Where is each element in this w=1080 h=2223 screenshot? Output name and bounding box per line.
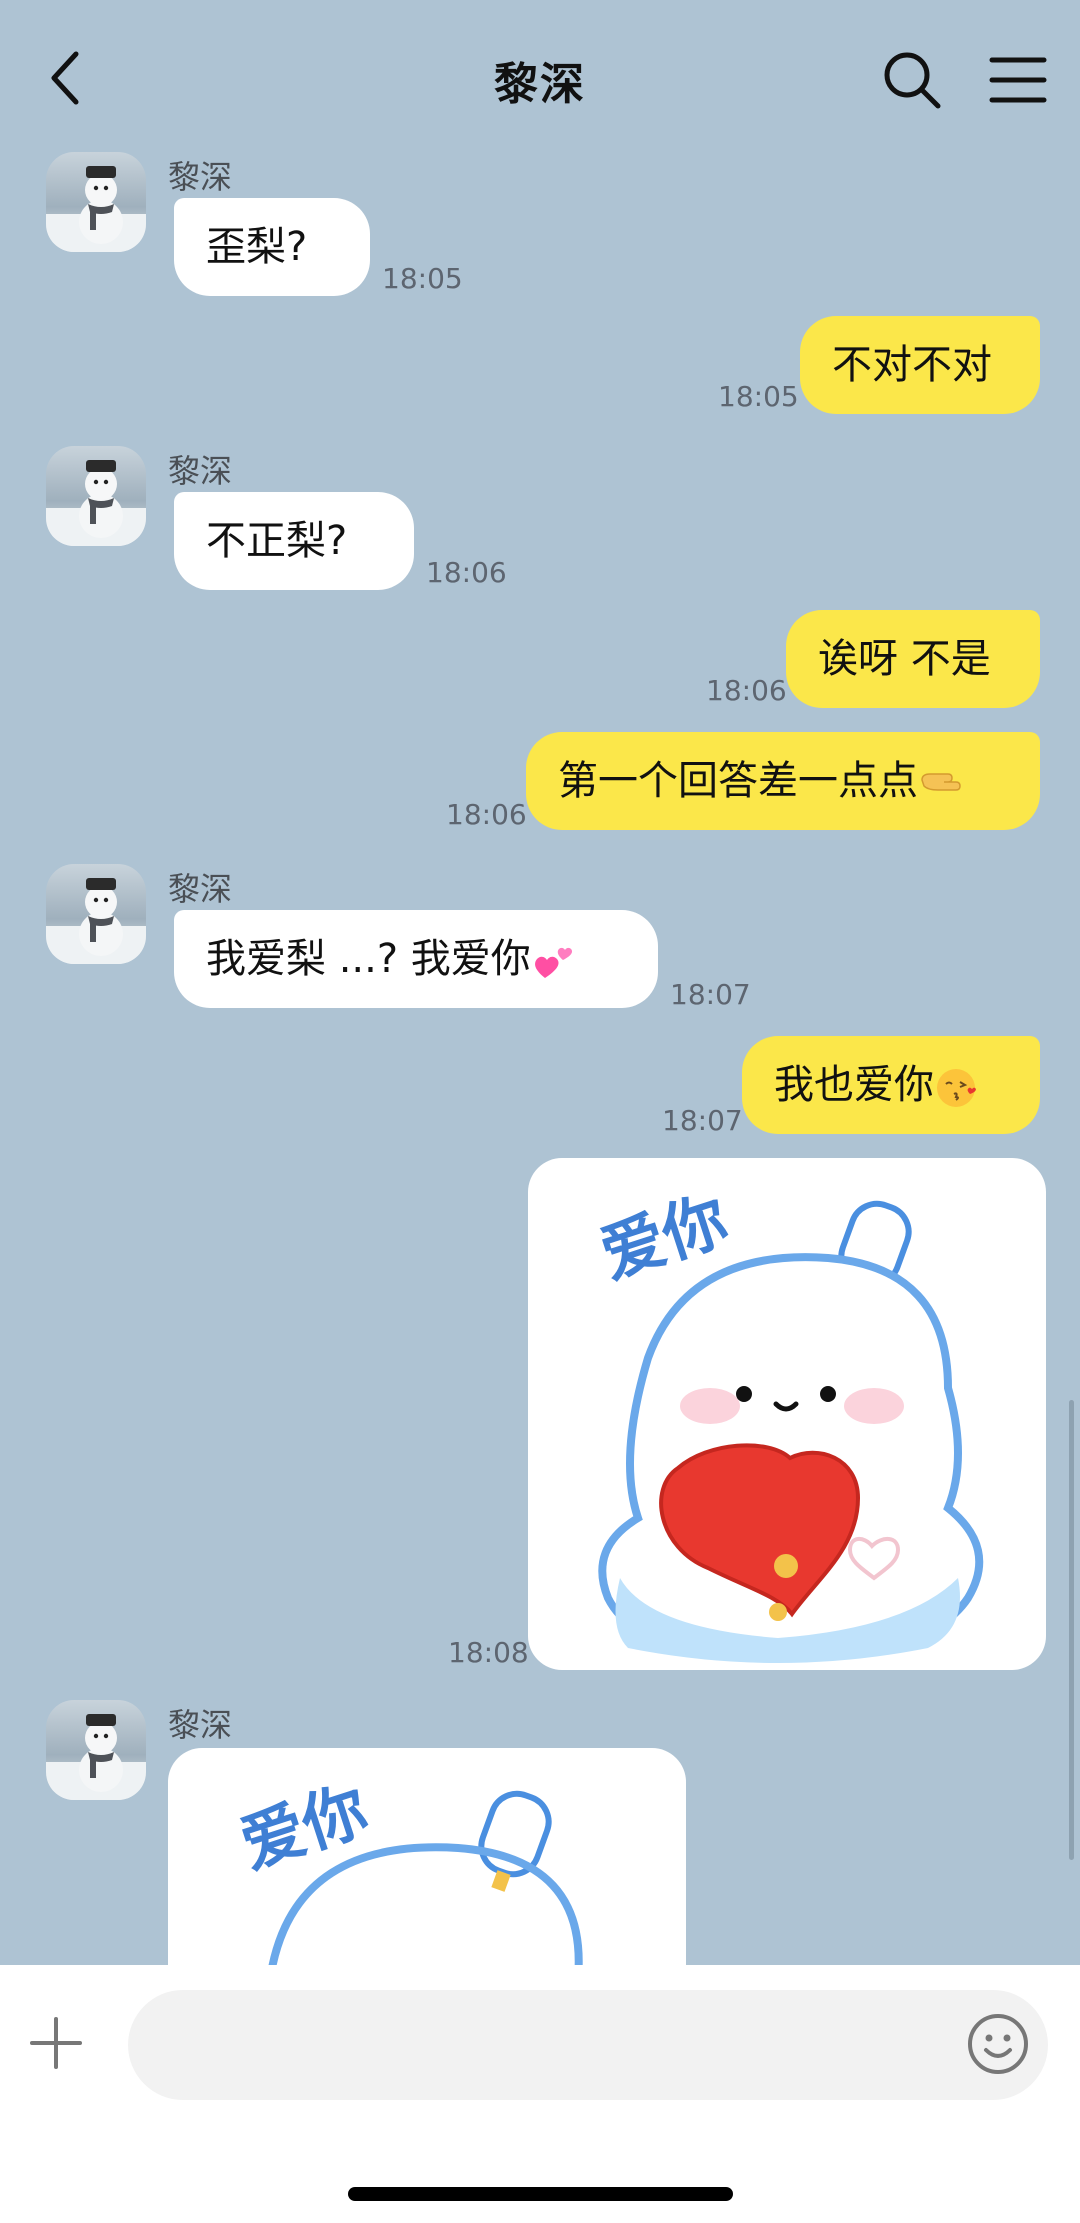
plus-icon[interactable] xyxy=(28,2015,84,2071)
message-bubble[interactable]: 诶呀 不是 xyxy=(786,610,1040,708)
avatar[interactable] xyxy=(46,446,146,546)
menu-icon[interactable] xyxy=(988,52,1048,108)
message-text: 我也爱你 xyxy=(774,1062,934,1108)
message-bubble[interactable]: 不正梨? xyxy=(174,492,414,590)
message-bubble[interactable]: 第一个回答差一点点 xyxy=(526,732,1040,830)
avatar[interactable] xyxy=(46,1700,146,1800)
chat-header: 黎深 xyxy=(0,0,1080,150)
sender-name: 黎深 xyxy=(168,452,233,490)
sender-name: 黎深 xyxy=(168,870,233,908)
message-text: 我爱梨 ...? 我爱你 xyxy=(206,936,531,982)
search-icon[interactable] xyxy=(880,48,944,112)
sender-name: 黎深 xyxy=(168,1706,233,1744)
message-text: 第一个回答差一点点 xyxy=(558,758,918,804)
sticker-text: 爱你 xyxy=(232,1773,377,1883)
message-text: 不对不对 xyxy=(832,342,992,388)
message-bubble[interactable]: 歪梨? xyxy=(174,198,370,296)
snowman-avatar-icon xyxy=(46,1714,146,1800)
message-text: 诶呀 不是 xyxy=(818,636,991,682)
avatar[interactable] xyxy=(46,152,146,252)
message-bubble[interactable]: 我也爱你 xyxy=(742,1036,1040,1134)
snowman-heart-sticker: 爱你 xyxy=(592,1183,984,1663)
message-time: 18:07 xyxy=(662,1104,743,1137)
scrollbar[interactable] xyxy=(1069,1400,1074,1860)
snowman-heart-sticker: 爱你 xyxy=(232,1773,583,1965)
message-list[interactable]: 黎深 歪梨? 18:05 18:05 不对不对 黎深 不正梨? 18:06 18… xyxy=(0,140,1080,1965)
snowman-avatar-icon xyxy=(46,166,146,252)
message-bubble[interactable]: 我爱梨 ...? 我爱你 xyxy=(174,910,658,1008)
message-bubble[interactable]: 不对不对 xyxy=(800,316,1040,414)
home-indicator[interactable] xyxy=(348,2187,733,2201)
snowman-avatar-icon xyxy=(46,878,146,964)
smiley-icon[interactable] xyxy=(966,2012,1030,2076)
message-time: 18:06 xyxy=(446,798,527,831)
message-time: 18:06 xyxy=(426,556,507,589)
message-text: 歪梨? xyxy=(206,224,308,270)
message-time: 18:08 xyxy=(448,1636,529,1669)
sticker-message[interactable]: 爱你 xyxy=(168,1748,686,1965)
message-input[interactable] xyxy=(128,1990,1048,2100)
two-hearts-emoji xyxy=(534,947,572,978)
message-time: 18:05 xyxy=(382,262,463,295)
snowman-avatar-icon xyxy=(46,460,146,546)
message-time: 18:06 xyxy=(706,674,787,707)
avatar[interactable] xyxy=(46,864,146,964)
message-text: 不正梨? xyxy=(206,518,348,564)
pointing-hand-emoji xyxy=(921,773,961,791)
message-time: 18:07 xyxy=(670,978,751,1011)
message-time: 18:05 xyxy=(718,380,799,413)
kiss-face-emoji xyxy=(937,1069,976,1107)
sender-name: 黎深 xyxy=(168,158,233,196)
sticker-message[interactable]: 爱你 xyxy=(528,1158,1046,1670)
